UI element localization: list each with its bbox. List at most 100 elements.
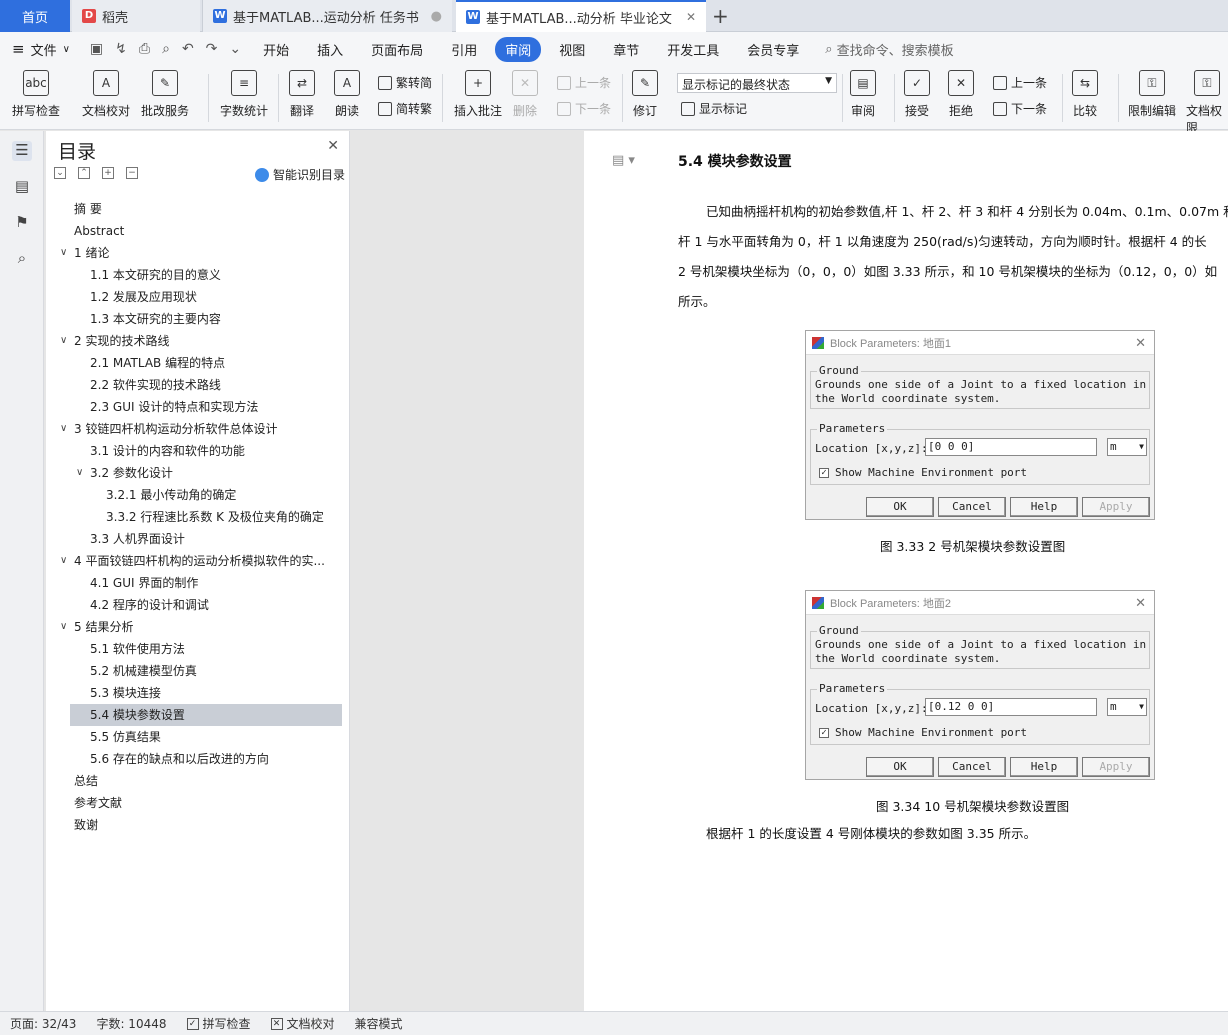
toc-item[interactable]: 5.5 仿真结果 — [46, 726, 350, 748]
toc-item[interactable]: 致谢 — [46, 814, 350, 836]
menu-start[interactable]: 开始 — [253, 37, 299, 62]
simp-to-trad-button[interactable]: 简转繁 — [378, 100, 432, 117]
toc-item[interactable]: ∨ 2 实现的技术路线 — [46, 330, 350, 352]
outline-icon[interactable]: ▤ — [12, 177, 32, 197]
correction-service-button[interactable]: ✎ 批改服务 — [141, 70, 189, 119]
remove-heading-icon[interactable]: − — [126, 167, 138, 179]
save-icon[interactable]: ▣ — [90, 41, 103, 57]
toc-item[interactable]: 2.2 软件实现的技术路线 — [46, 374, 350, 396]
redo-icon[interactable]: ↷ — [206, 41, 218, 57]
chevron-down-icon[interactable]: ∨ — [60, 418, 67, 440]
chevron-down-icon[interactable]: ∨ — [60, 550, 67, 572]
print-icon[interactable]: ⎙ — [139, 41, 150, 57]
word-count-button[interactable]: ≡ 字数统计 — [220, 70, 268, 119]
smart-toc-button[interactable]: 智能识别目录 — [254, 166, 345, 183]
expand-all-icon[interactable]: ⌃ — [78, 167, 90, 179]
toc-item[interactable]: 5.1 软件使用方法 — [46, 638, 350, 660]
track-changes-button[interactable]: ✎ 修订 — [632, 70, 658, 119]
toc-item[interactable]: 参考文献 — [46, 792, 350, 814]
toc-item[interactable]: 3.2.1 最小传动角的确定 — [46, 484, 350, 506]
doc-permission-button[interactable]: ⚿ 文档权限 — [1186, 70, 1228, 136]
add-heading-icon[interactable]: + — [102, 167, 114, 179]
close-tab-icon[interactable]: ✕ — [686, 10, 696, 24]
compat-mode: 兼容模式 — [345, 1015, 413, 1032]
undo-icon[interactable]: ↶ — [182, 41, 194, 57]
print-preview-icon[interactable]: ⌕ — [162, 41, 170, 57]
page-indicator[interactable]: 页面: 32/43 — [0, 1015, 86, 1032]
toc-item[interactable]: ∨ 1 绪论 — [46, 242, 350, 264]
toc-item[interactable]: 5.2 机械建模型仿真 — [46, 660, 350, 682]
tab-home[interactable]: 首页 — [0, 0, 70, 32]
customize-icon[interactable]: ⌄ — [229, 41, 241, 57]
chevron-down-icon[interactable]: ∨ — [60, 616, 67, 638]
word-count-indicator[interactable]: 字数: 10448 — [86, 1015, 176, 1032]
review-pane-button[interactable]: ▤ 审阅 — [850, 70, 876, 119]
status-doc-proof[interactable]: ✕ 文档校对 — [261, 1015, 345, 1032]
toc-item[interactable]: 5.6 存在的缺点和以后改进的方向 — [46, 748, 350, 770]
command-search[interactable]: ⌕ 查找命令、搜索模板 — [825, 40, 953, 59]
toc-item[interactable]: ∨ 3.2 参数化设计 — [46, 462, 350, 484]
chevron-down-icon[interactable]: ∨ — [60, 242, 67, 264]
delete-comment-button[interactable]: ✕ 删除 — [512, 70, 538, 119]
next-comment-button[interactable]: 下一条 — [557, 100, 611, 117]
restrict-editing-button[interactable]: ⚿ 限制编辑 — [1128, 70, 1176, 119]
paragraph-menu-icon[interactable]: ▤ ▾ — [612, 153, 635, 168]
new-tab-button[interactable]: + — [712, 4, 729, 28]
export-icon[interactable]: ↯ — [115, 41, 127, 57]
toc-item[interactable]: 1.2 发展及应用现状 — [46, 286, 350, 308]
translate-button[interactable]: ⇄ 翻译 — [289, 70, 315, 119]
toc-icon[interactable]: ☰ — [12, 141, 32, 161]
toc-item[interactable]: 3.3.2 行程速比系数 K 及极位夹角的确定 — [46, 506, 350, 528]
status-spell-check[interactable]: ✓ 拼写检查 — [177, 1015, 261, 1032]
menu-chapter[interactable]: 章节 — [603, 37, 649, 62]
toc-item[interactable]: 2.1 MATLAB 编程的特点 — [46, 352, 350, 374]
menu-member[interactable]: 会员专享 — [737, 37, 809, 62]
toc-item[interactable]: 总结 — [46, 770, 350, 792]
parameters-group: Parameters Location [x,y,z]: [0.12 0 0] … — [810, 682, 1150, 745]
toc-item[interactable]: 4.2 程序的设计和调试 — [46, 594, 350, 616]
markup-state-select[interactable]: 显示标记的最终状态 ▼ — [677, 73, 837, 93]
status-bar: 页面: 32/43 字数: 10448 ✓ 拼写检查 ✕ 文档校对 兼容模式 — [0, 1011, 1228, 1035]
reject-button[interactable]: ✕ 拒绝 — [948, 70, 974, 119]
insert-comment-button[interactable]: + 插入批注 — [454, 70, 502, 119]
close-icon[interactable]: ✕ — [327, 138, 339, 154]
trad-to-simp-button[interactable]: 繁转简 — [378, 74, 432, 91]
spell-check-button[interactable]: abc 拼写检查 — [12, 70, 60, 119]
menu-review[interactable]: 审阅 — [495, 36, 542, 62]
doc-proof-button[interactable]: A 文档校对 — [82, 70, 130, 119]
menu-view[interactable]: 视图 — [549, 37, 595, 62]
tab-document-thesis[interactable]: W 基于MATLAB...动分析 毕业论文 ✕ — [456, 0, 706, 32]
menu-reference[interactable]: 引用 — [441, 37, 487, 62]
chevron-down-icon[interactable]: ∨ — [76, 462, 83, 484]
tab-document-task[interactable]: W 基于MATLAB...运动分析 任务书 ● — [202, 0, 452, 32]
toc-item[interactable]: 1.1 本文研究的目的意义 — [46, 264, 350, 286]
toc-item[interactable]: 3.1 设计的内容和软件的功能 — [46, 440, 350, 462]
toc-item[interactable]: ∨ 5 结果分析 — [46, 616, 350, 638]
file-menu-button[interactable]: ≡ 文件 ∨ — [0, 40, 82, 59]
toc-item[interactable]: 5.4 模块参数设置 — [70, 704, 342, 726]
prev-comment-button[interactable]: 上一条 — [557, 74, 611, 91]
toc-item[interactable]: 2.3 GUI 设计的特点和实现方法 — [46, 396, 350, 418]
toc-item[interactable]: ∨ 3 铰链四杆机构运动分析软件总体设计 — [46, 418, 350, 440]
show-markup-button[interactable]: 显示标记 — [681, 100, 747, 117]
tab-draft[interactable]: D 稻壳 — [72, 0, 200, 32]
toc-item[interactable]: 摘 要 — [46, 198, 350, 220]
menu-devtools[interactable]: 开发工具 — [657, 37, 729, 62]
toc-item[interactable]: 5.3 模块连接 — [46, 682, 350, 704]
bookmark-icon[interactable]: ⚑ — [12, 213, 32, 233]
toc-item[interactable]: Abstract — [46, 220, 350, 242]
read-aloud-button[interactable]: A 朗读 — [334, 70, 360, 119]
next-change-button[interactable]: 下一条 — [993, 100, 1047, 117]
toc-item[interactable]: 3.3 人机界面设计 — [46, 528, 350, 550]
chevron-down-icon[interactable]: ∨ — [60, 330, 67, 352]
prev-change-button[interactable]: 上一条 — [993, 74, 1047, 91]
toc-item[interactable]: 1.3 本文研究的主要内容 — [46, 308, 350, 330]
menu-layout[interactable]: 页面布局 — [361, 37, 433, 62]
compare-button[interactable]: ⇆ 比较 — [1072, 70, 1098, 119]
toc-item[interactable]: ∨ 4 平面铰链四杆机构的运动分析模拟软件的实... — [46, 550, 350, 572]
search-icon[interactable]: ⌕ — [12, 249, 32, 269]
menu-insert[interactable]: 插入 — [307, 37, 353, 62]
collapse-all-icon[interactable]: ⌄ — [54, 167, 66, 179]
toc-item[interactable]: 4.1 GUI 界面的制作 — [46, 572, 350, 594]
accept-button[interactable]: ✓ 接受 — [904, 70, 930, 119]
